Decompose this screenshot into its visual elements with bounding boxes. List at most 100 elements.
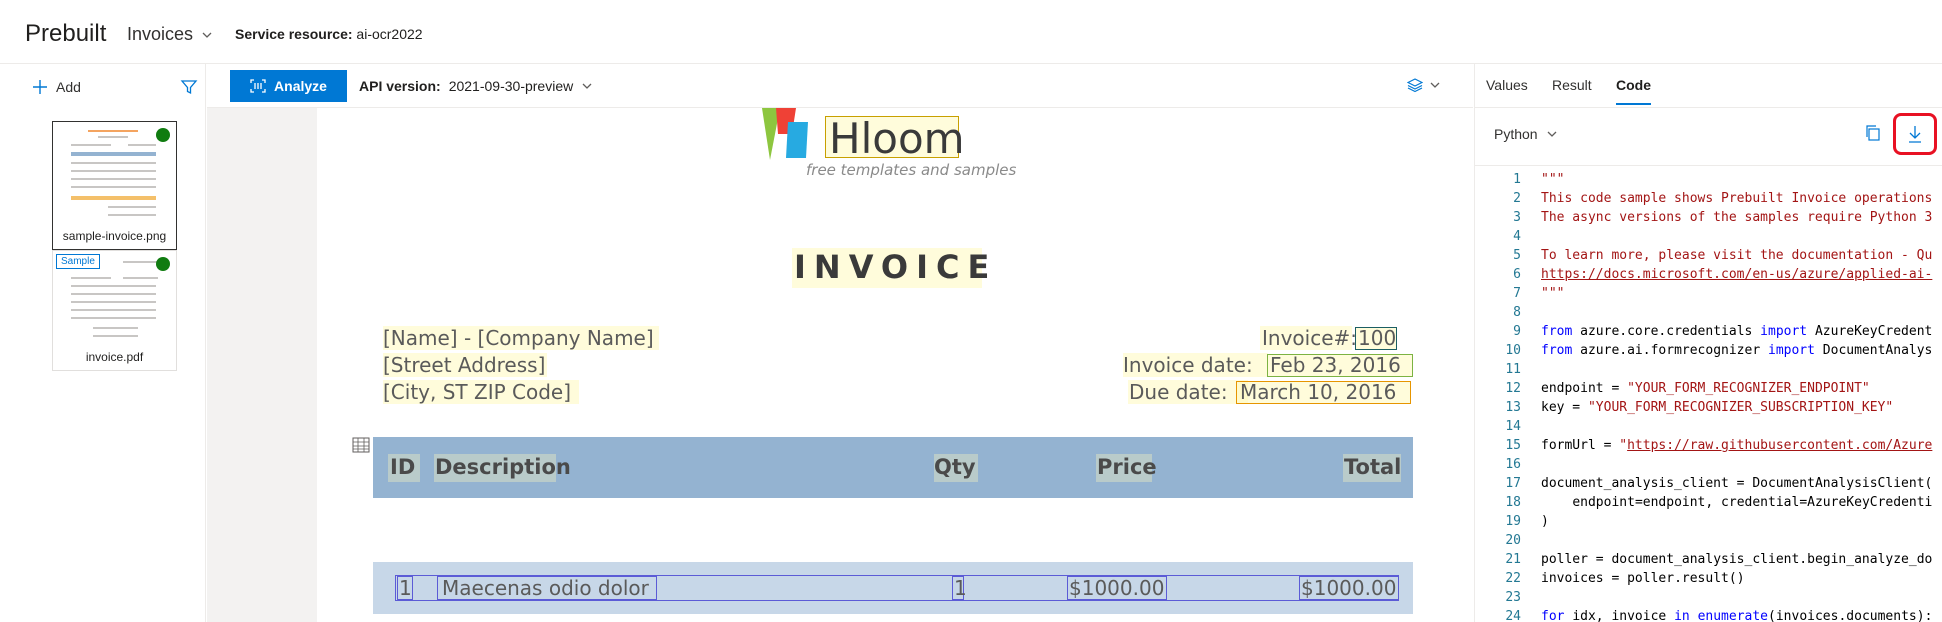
table-header-id: ID (390, 455, 416, 479)
invoice-date-value: Feb 23, 2016 (1270, 353, 1401, 377)
code-text: To learn more, please visit the document… (1541, 248, 1933, 263)
file-preview-image: Sample (53, 251, 176, 347)
language-label: Python (1494, 126, 1538, 142)
tab-code[interactable]: Code (1616, 77, 1651, 105)
file-name: invoice.pdf (85, 350, 144, 364)
tab-values[interactable]: Values (1486, 77, 1528, 93)
code-line: 1 """ (1475, 170, 1942, 189)
code-line: 7 """ (1475, 284, 1942, 303)
code-line: 10 from azure.ai.formrecognizer import Do… (1475, 341, 1942, 360)
model-selector[interactable]: Invoices (127, 24, 213, 45)
invoice-title: INVOICE (794, 248, 998, 286)
scan-icon (250, 79, 266, 93)
line-number: 11 (1505, 362, 1521, 377)
line-number: 16 (1505, 457, 1521, 472)
code-line: 22 invoices = poller.result() (1475, 569, 1942, 588)
code-line: 17 document_analysis_client = DocumentAna… (1475, 474, 1942, 493)
line-number: 24 (1505, 609, 1521, 622)
analyze-label: Analyze (274, 78, 327, 94)
table-cell-qty: 1 (954, 576, 967, 600)
line-number: 15 (1505, 438, 1521, 453)
file-thumbnail-sample-invoice[interactable]: sample-invoice.png (52, 121, 177, 250)
code-text: key = "YOUR_FORM_RECOGNIZER_SUBSCRIPTION… (1541, 400, 1894, 415)
code-line: 9 from azure.core.credentials import Azur… (1475, 322, 1942, 341)
layers-dropdown[interactable] (1407, 77, 1441, 93)
code-line: 5 To learn more, please visit the documen… (1475, 246, 1942, 265)
filter-icon (180, 80, 198, 95)
table-header-price: Price (1097, 455, 1157, 479)
download-icon (1909, 126, 1921, 143)
download-code-button[interactable] (1893, 113, 1937, 155)
code-text: This code sample shows Prebuilt Invoice … (1541, 191, 1933, 206)
code-line: 6 https://docs.microsoft.com/en-us/azure/… (1475, 265, 1942, 284)
line-number: 12 (1505, 381, 1521, 396)
logo-text: Hloom (829, 114, 965, 163)
file-name: sample-invoice.png (62, 229, 167, 243)
plus-icon (33, 80, 47, 94)
line-number: 2 (1513, 191, 1521, 206)
line-number: 7 (1513, 286, 1521, 301)
api-version-selector[interactable]: API version: 2021-09-30-preview (359, 78, 593, 94)
code-text: """ (1541, 172, 1565, 187)
table-icon[interactable] (352, 437, 370, 453)
code-line: 20 (1475, 531, 1942, 550)
code-text: https://docs.microsoft.com/en-us/azure/a… (1541, 267, 1933, 282)
copy-code-button[interactable] (1864, 124, 1882, 147)
document-page: Hloom free templates and samples INVOICE… (317, 108, 1473, 622)
service-resource: Service resource: ai-ocr2022 (235, 26, 423, 42)
line-number: 6 (1513, 267, 1521, 282)
code-text: for idx, invoice in enumerate(invoices.d… (1541, 609, 1933, 622)
code-line: 18 endpoint=endpoint, credential=AzureKe… (1475, 493, 1942, 512)
line-number: 3 (1513, 210, 1521, 225)
code-text: endpoint=endpoint, credential=AzureKeyCr… (1572, 495, 1933, 510)
line-number: 14 (1505, 419, 1521, 434)
logo-tagline: free templates and samples (806, 161, 1017, 179)
language-selector[interactable]: Python (1494, 126, 1558, 142)
due-date-value: March 10, 2016 (1240, 380, 1397, 404)
code-text: formUrl = "https://raw.githubusercontent… (1541, 438, 1933, 453)
code-line: 4 (1475, 227, 1942, 246)
code-text: from azure.ai.formrecognizer import Docu… (1541, 343, 1933, 358)
chevron-down-icon (1430, 82, 1440, 88)
document-canvas[interactable]: Hloom free templates and samples INVOICE… (207, 108, 1473, 622)
invoice-number-value: 100 (1358, 326, 1397, 350)
add-file-button[interactable]: Add (32, 79, 81, 95)
line-number: 1 (1513, 172, 1521, 187)
file-thumbnail-invoice-pdf[interactable]: Sample invoice.pdf (52, 250, 177, 371)
line-number: 4 (1513, 229, 1521, 244)
line-number: 23 (1505, 590, 1521, 605)
line-number: 13 (1505, 400, 1521, 415)
analyze-toolbar: Analyze API version: 2021-09-30-preview (207, 64, 1473, 108)
code-text: """ (1541, 286, 1565, 301)
due-date-label: Due date: (1129, 380, 1228, 404)
code-text: ) (1541, 514, 1549, 529)
code-text: poller = document_analysis_client.begin_… (1541, 552, 1933, 567)
code-line: 12 endpoint = "YOUR_FORM_RECOGNIZER_ENDPO… (1475, 379, 1942, 398)
table-header-qty: Qty (934, 455, 976, 479)
code-line: 24 for idx, invoice in enumerate(invoices… (1475, 607, 1942, 622)
code-text: invoices = poller.result() (1541, 571, 1745, 586)
result-tabs: Values Result Code (1475, 64, 1942, 108)
code-editor[interactable]: 1 """ 2 This code sample shows Prebuilt Inv… (1475, 165, 1942, 622)
line-number: 22 (1505, 571, 1521, 586)
page-title: Prebuilt (25, 20, 107, 47)
filter-button[interactable] (180, 78, 198, 101)
invoice-date-label: Invoice date: (1123, 353, 1253, 377)
table-header-total: Total (1344, 455, 1402, 479)
line-number: 17 (1505, 476, 1521, 491)
tab-result[interactable]: Result (1552, 77, 1592, 93)
line-number: 20 (1505, 533, 1521, 548)
service-resource-label: Service resource: (235, 26, 353, 42)
code-text: endpoint = "YOUR_FORM_RECOGNIZER_ENDPOIN… (1541, 381, 1870, 396)
code-line: 11 (1475, 360, 1942, 379)
table-cell-description: Maecenas odio dolor (442, 576, 649, 600)
sample-badge: Sample (56, 254, 100, 269)
analyze-button[interactable]: Analyze (230, 70, 347, 102)
api-version-label: API version: (359, 78, 441, 94)
line-number: 10 (1505, 343, 1521, 358)
app-header: Prebuilt Invoices Service resource: ai-o… (0, 0, 1942, 64)
line-number: 9 (1513, 324, 1521, 339)
code-line: 19) (1475, 512, 1942, 531)
status-ok-icon (156, 128, 170, 142)
hloom-logo-icon (762, 108, 808, 160)
